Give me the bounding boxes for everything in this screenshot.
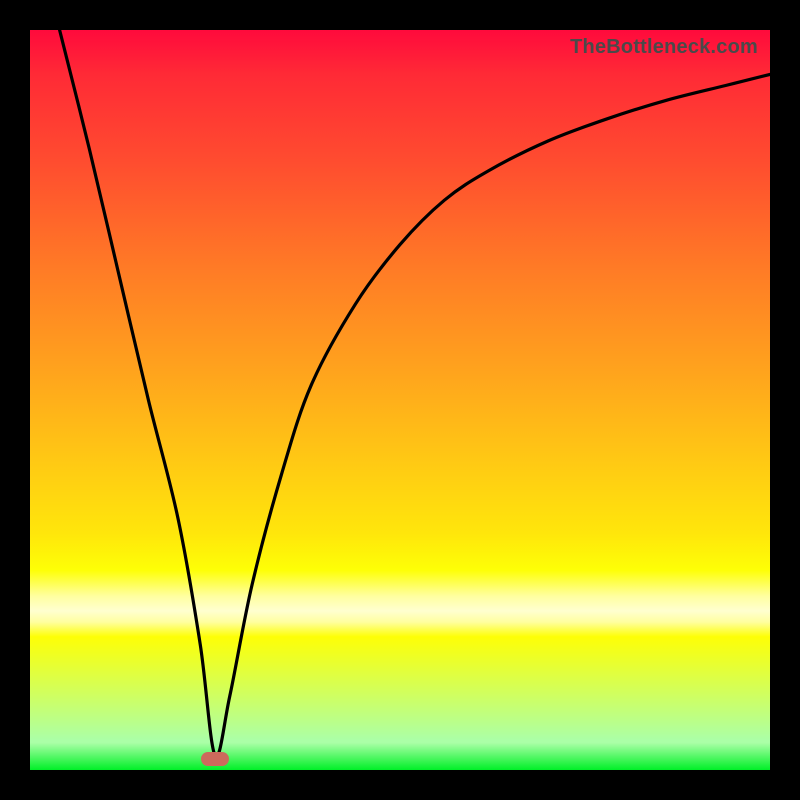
chart-frame: TheBottleneck.com xyxy=(0,0,800,800)
bottleneck-curve xyxy=(30,30,770,770)
optimal-point-marker xyxy=(201,752,229,766)
plot-area: TheBottleneck.com xyxy=(30,30,770,770)
